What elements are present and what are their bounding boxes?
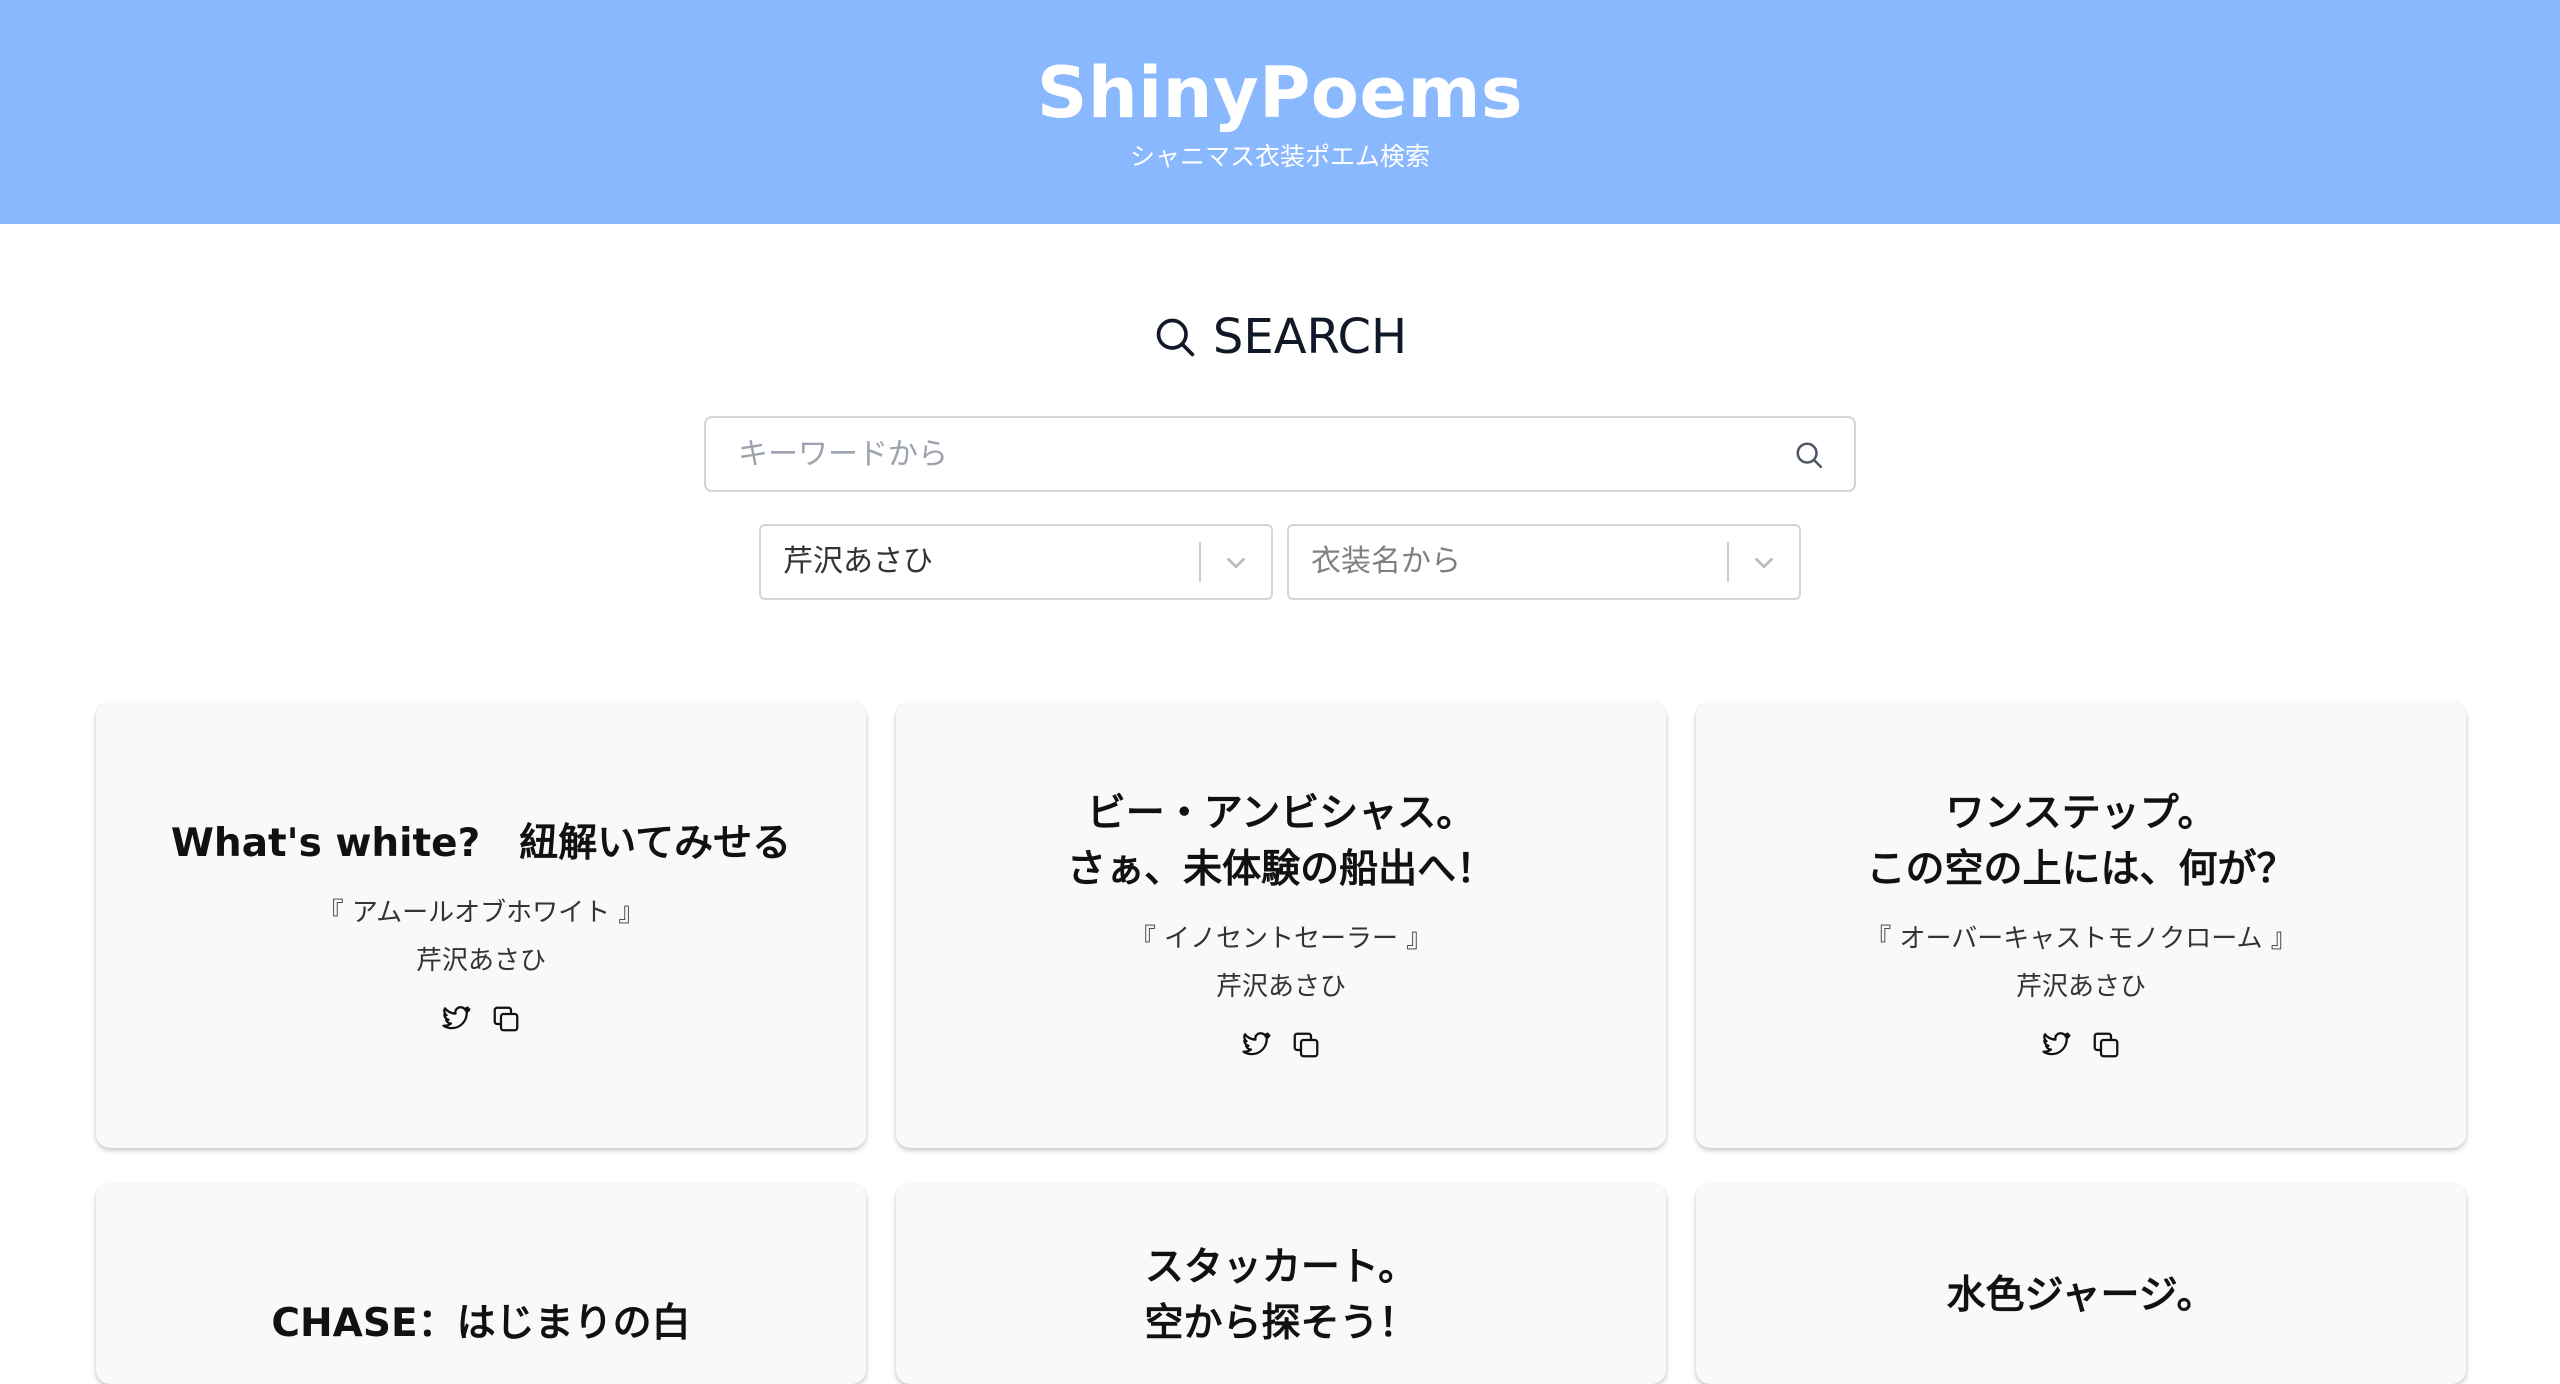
card-actions	[896, 1030, 1666, 1060]
poem-text: 水色ジャージ。	[1946, 1273, 2216, 1318]
site-header: ShinyPoems シャニマス衣装ポエム検索	[0, 0, 2560, 224]
costume-name: 『 オーバーキャストモノクローム 』	[1865, 924, 2297, 954]
poem-card: ワンステップ。 この空の上には、何が？ 『 オーバーキャストモノクローム 』 芹…	[1696, 702, 2466, 1148]
copy-icon[interactable]	[491, 1004, 521, 1034]
site-subtitle: シャニマス衣装ポエム検索	[1129, 142, 1430, 171]
poem-text: What's white? 紐解いてみせる	[170, 821, 792, 866]
search-heading-label: SEARCH	[1212, 309, 1408, 365]
select-separator	[1727, 542, 1729, 582]
costume-select[interactable]: 衣装名から	[1287, 524, 1801, 600]
idol-name: 芹沢あさひ	[1215, 972, 1346, 1002]
card-actions	[1696, 1030, 2466, 1060]
twitter-icon[interactable]	[1241, 1030, 1271, 1060]
copy-icon[interactable]	[2091, 1030, 2121, 1060]
card-actions	[96, 1004, 866, 1034]
search-icon[interactable]	[1794, 440, 1824, 470]
keyword-search-input[interactable]	[736, 418, 1776, 490]
poem-card: CHASE：はじまりの白	[96, 1184, 866, 1384]
idol-name: 芹沢あさひ	[2015, 972, 2146, 1002]
poem-text: スタッカート。 空から探そう！	[1144, 1245, 1418, 1346]
costume-select-placeholder: 衣装名から	[1311, 544, 1461, 579]
poem-text: ワンステップ。 この空の上には、何が？	[1866, 791, 2296, 892]
twitter-icon[interactable]	[2041, 1030, 2071, 1060]
select-separator	[1199, 542, 1201, 582]
search-heading: SEARCH	[0, 302, 2560, 372]
keyword-search-box	[704, 416, 1856, 492]
idol-select[interactable]: 芹沢あさひ	[759, 524, 1273, 600]
chevron-down-icon[interactable]	[1749, 548, 1779, 578]
poem-card: What's white? 紐解いてみせる 『 アムールオブホワイト 』 芹沢あ…	[96, 702, 866, 1148]
costume-name: 『 イノセントセーラー 』	[1129, 924, 1433, 954]
costume-name: 『 アムールオブホワイト 』	[317, 898, 645, 928]
search-icon	[1156, 318, 1195, 357]
chevron-down-icon[interactable]	[1221, 548, 1251, 578]
poem-card: ビー・アンビシャス。 さぁ、未体験の船出へ！ 『 イノセントセーラー 』 芹沢あ…	[896, 702, 1666, 1148]
poem-text: ビー・アンビシャス。 さぁ、未体験の船出へ！	[1066, 791, 1496, 892]
idol-select-value: 芹沢あさひ	[783, 544, 933, 579]
copy-icon[interactable]	[1291, 1030, 1321, 1060]
site-title[interactable]: ShinyPoems	[0, 48, 2560, 138]
poem-card: スタッカート。 空から探そう！	[896, 1184, 1666, 1384]
twitter-icon[interactable]	[441, 1004, 471, 1034]
idol-name: 芹沢あさひ	[415, 946, 546, 976]
poem-card: 水色ジャージ。	[1696, 1184, 2466, 1384]
